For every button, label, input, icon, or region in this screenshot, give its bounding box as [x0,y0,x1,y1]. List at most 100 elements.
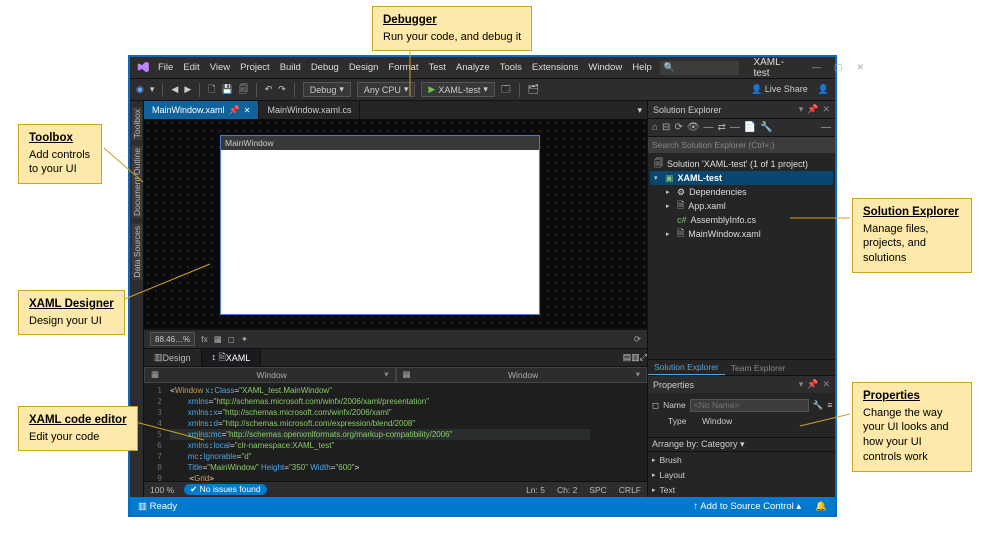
menu-project[interactable]: Project [240,62,270,73]
dependencies-node[interactable]: ▸⚙ Dependencies [650,185,833,199]
grid-toggle-icon[interactable]: ▦ [214,334,222,345]
panel-options-icon[interactable]: ▾ [799,379,804,390]
xaml-code-editor[interactable]: 123456789 <Window x:Class="XAML_test.Mai… [144,383,647,481]
start-debugging-button[interactable]: ▶XAML-test▾ [421,82,494,97]
project-node[interactable]: ▾▣ XAML-test [650,171,833,185]
wrench-icon[interactable]: 🔧 [760,122,772,133]
show-all-icon[interactable]: 👁 [687,122,700,133]
left-context-combo[interactable]: ▦ Window [144,367,396,383]
property-wrench-icon[interactable]: 🔧 [813,400,824,411]
window-close-button[interactable]: ✕ [852,62,868,73]
nav-forward-button[interactable]: ▶ [184,84,191,95]
design-tab[interactable]: ▥ Design [144,349,202,366]
platform-dropdown[interactable]: Any CPU▾ [357,82,416,97]
property-menu-icon[interactable]: ≡ [827,400,832,410]
menu-design[interactable]: Design [349,62,379,73]
menu-file[interactable]: File [158,62,173,73]
split-horizontal-icon[interactable]: ▤ [623,352,632,363]
name-field[interactable] [690,399,809,412]
close-icon[interactable]: ✕ [822,104,830,115]
live-share-button[interactable]: 👤 Live Share [751,84,808,95]
solution-node[interactable]: 🗐 Solution 'XAML-test' (1 of 1 project) [650,157,833,171]
fit-button[interactable]: fx [201,334,208,344]
line-endings[interactable]: CRLF [619,485,641,495]
menu-edit[interactable]: Edit [183,62,199,73]
expand-pane-icon[interactable]: ⤢ [640,352,647,363]
designer-split-tabs: ▥ Design ↕ 🗎 XAML ▤ ▥ ⤢ [144,349,647,367]
window-maximize-button[interactable]: ▢ [830,62,846,73]
sync-icon[interactable]: ⇄ [718,122,726,133]
effects-toggle-icon[interactable]: ✦ [241,334,248,345]
title-search[interactable]: 🔍 [660,61,740,75]
solution-tree: 🗐 Solution 'XAML-test' (1 of 1 project) … [648,153,835,245]
tree-item[interactable]: ▸🗎 App.xaml [650,199,833,213]
source-control-button[interactable]: ↑ Add to Source Control ▴ [693,501,801,512]
document-tab[interactable]: MainWindow.xaml 📌 ✕ [144,101,259,119]
property-category[interactable]: Text [648,482,835,497]
xaml-designer-surface[interactable]: MainWindow [144,119,647,329]
zoom-combo[interactable]: 88.46…% [150,332,195,346]
refresh-icon[interactable]: ⟳ [674,122,682,133]
caret-col: Ch: 2 [557,485,577,495]
tree-item[interactable]: ▸🗎 MainWindow.xaml [650,227,833,241]
refresh-icon[interactable]: ⟳ [634,334,641,345]
editor-zoom[interactable]: 100 % [150,485,174,495]
code-area[interactable]: <Window x:Class="XAML_test.MainWindow" x… [166,383,590,481]
callout-code-editor: XAML code editorEdit your code [18,406,138,451]
status-ready: Ready [150,501,177,512]
editor-status-strip: 100 % ✔ No issues found Ln: 5 Ch: 2 SPC … [144,481,647,497]
properties-icon[interactable]: 📄 [744,122,756,133]
menu-view[interactable]: View [210,62,230,73]
visual-studio-window: File Edit View Project Build Debug Design Forma… [128,55,837,517]
document-tab-dropdown[interactable]: ▾ [632,105,647,116]
menu-extensions[interactable]: Extensions [532,62,578,73]
menu-debug[interactable]: Debug [311,62,339,73]
right-context-combo[interactable]: ▦ Window [396,367,648,383]
title-bar: File Edit View Project Build Debug Design Forma… [130,57,835,79]
menu-test[interactable]: Test [428,62,445,73]
main-menu-bar: File Edit View Project Build Debug Design Forma… [158,62,652,73]
pin-icon[interactable]: 📌 [807,379,818,390]
name-label: Name [663,400,686,410]
right-panel: Solution Explorer ▾📌✕ ⌂⊟⟳👁—⇄—📄🔧— Search … [647,101,835,497]
search-icon: 🔍 [664,62,675,73]
menu-analyze[interactable]: Analyze [456,62,490,73]
callout-designer: XAML DesignerDesign your UI [18,290,125,335]
home-icon[interactable]: ⌂ [652,122,658,133]
tree-item[interactable]: c# AssemblyInfo.cs [650,213,833,227]
menu-help[interactable]: Help [632,62,652,73]
xaml-context-bar: ▦ Window ▦ Window [144,367,647,383]
tool-tab-toolbox[interactable]: Toolbox [132,107,142,140]
document-tab-bar: MainWindow.xaml 📌 ✕MainWindow.xaml.cs ▾ [144,101,647,119]
notifications-icon[interactable]: 🔔 [815,501,827,512]
issues-indicator[interactable]: No issues found [200,484,261,494]
xaml-tab[interactable]: ↕ 🗎 XAML [202,349,262,366]
property-category[interactable]: Layout [648,467,835,482]
menu-build[interactable]: Build [280,62,301,73]
close-icon[interactable]: ✕ [822,379,830,390]
property-category[interactable]: Brush [648,452,835,467]
snap-toggle-icon[interactable]: ◻ [228,334,235,345]
tool-tab-document-outline[interactable]: Document Outline [132,146,142,218]
artboard-body[interactable] [221,150,539,314]
pin-icon[interactable]: 📌 [807,104,818,115]
tool-tab-data-sources[interactable]: Data Sources [132,224,142,280]
split-vertical-icon[interactable]: ▥ [631,352,640,363]
nav-back-button[interactable]: ◀ [171,84,178,95]
window-minimize-button[interactable]: — [808,62,824,73]
arrange-by[interactable]: Arrange by: Category ▾ [648,437,835,452]
config-dropdown[interactable]: Debug▾ [303,82,351,97]
menu-format[interactable]: Format [388,62,418,73]
collapse-icon[interactable]: ⊟ [662,122,670,133]
solution-explorer-search[interactable]: Search Solution Explorer (Ctrl+;) [648,137,835,153]
design-artboard[interactable]: MainWindow [220,135,540,315]
panel-options-icon[interactable]: ▾ [799,104,804,115]
menu-tools[interactable]: Tools [500,62,522,73]
designer-controls: 88.46…% fx ▦ ◻ ✦ ⟳ [144,329,647,349]
document-tab[interactable]: MainWindow.xaml.cs [259,101,360,119]
indent-mode[interactable]: SPC [589,485,606,495]
tab-solution-explorer[interactable]: Solution Explorer [648,360,725,375]
menu-window[interactable]: Window [588,62,622,73]
tab-team-explorer[interactable]: Team Explorer [725,360,792,375]
solution-explorer-toolbar: ⌂⊟⟳👁—⇄—📄🔧— [648,118,835,137]
